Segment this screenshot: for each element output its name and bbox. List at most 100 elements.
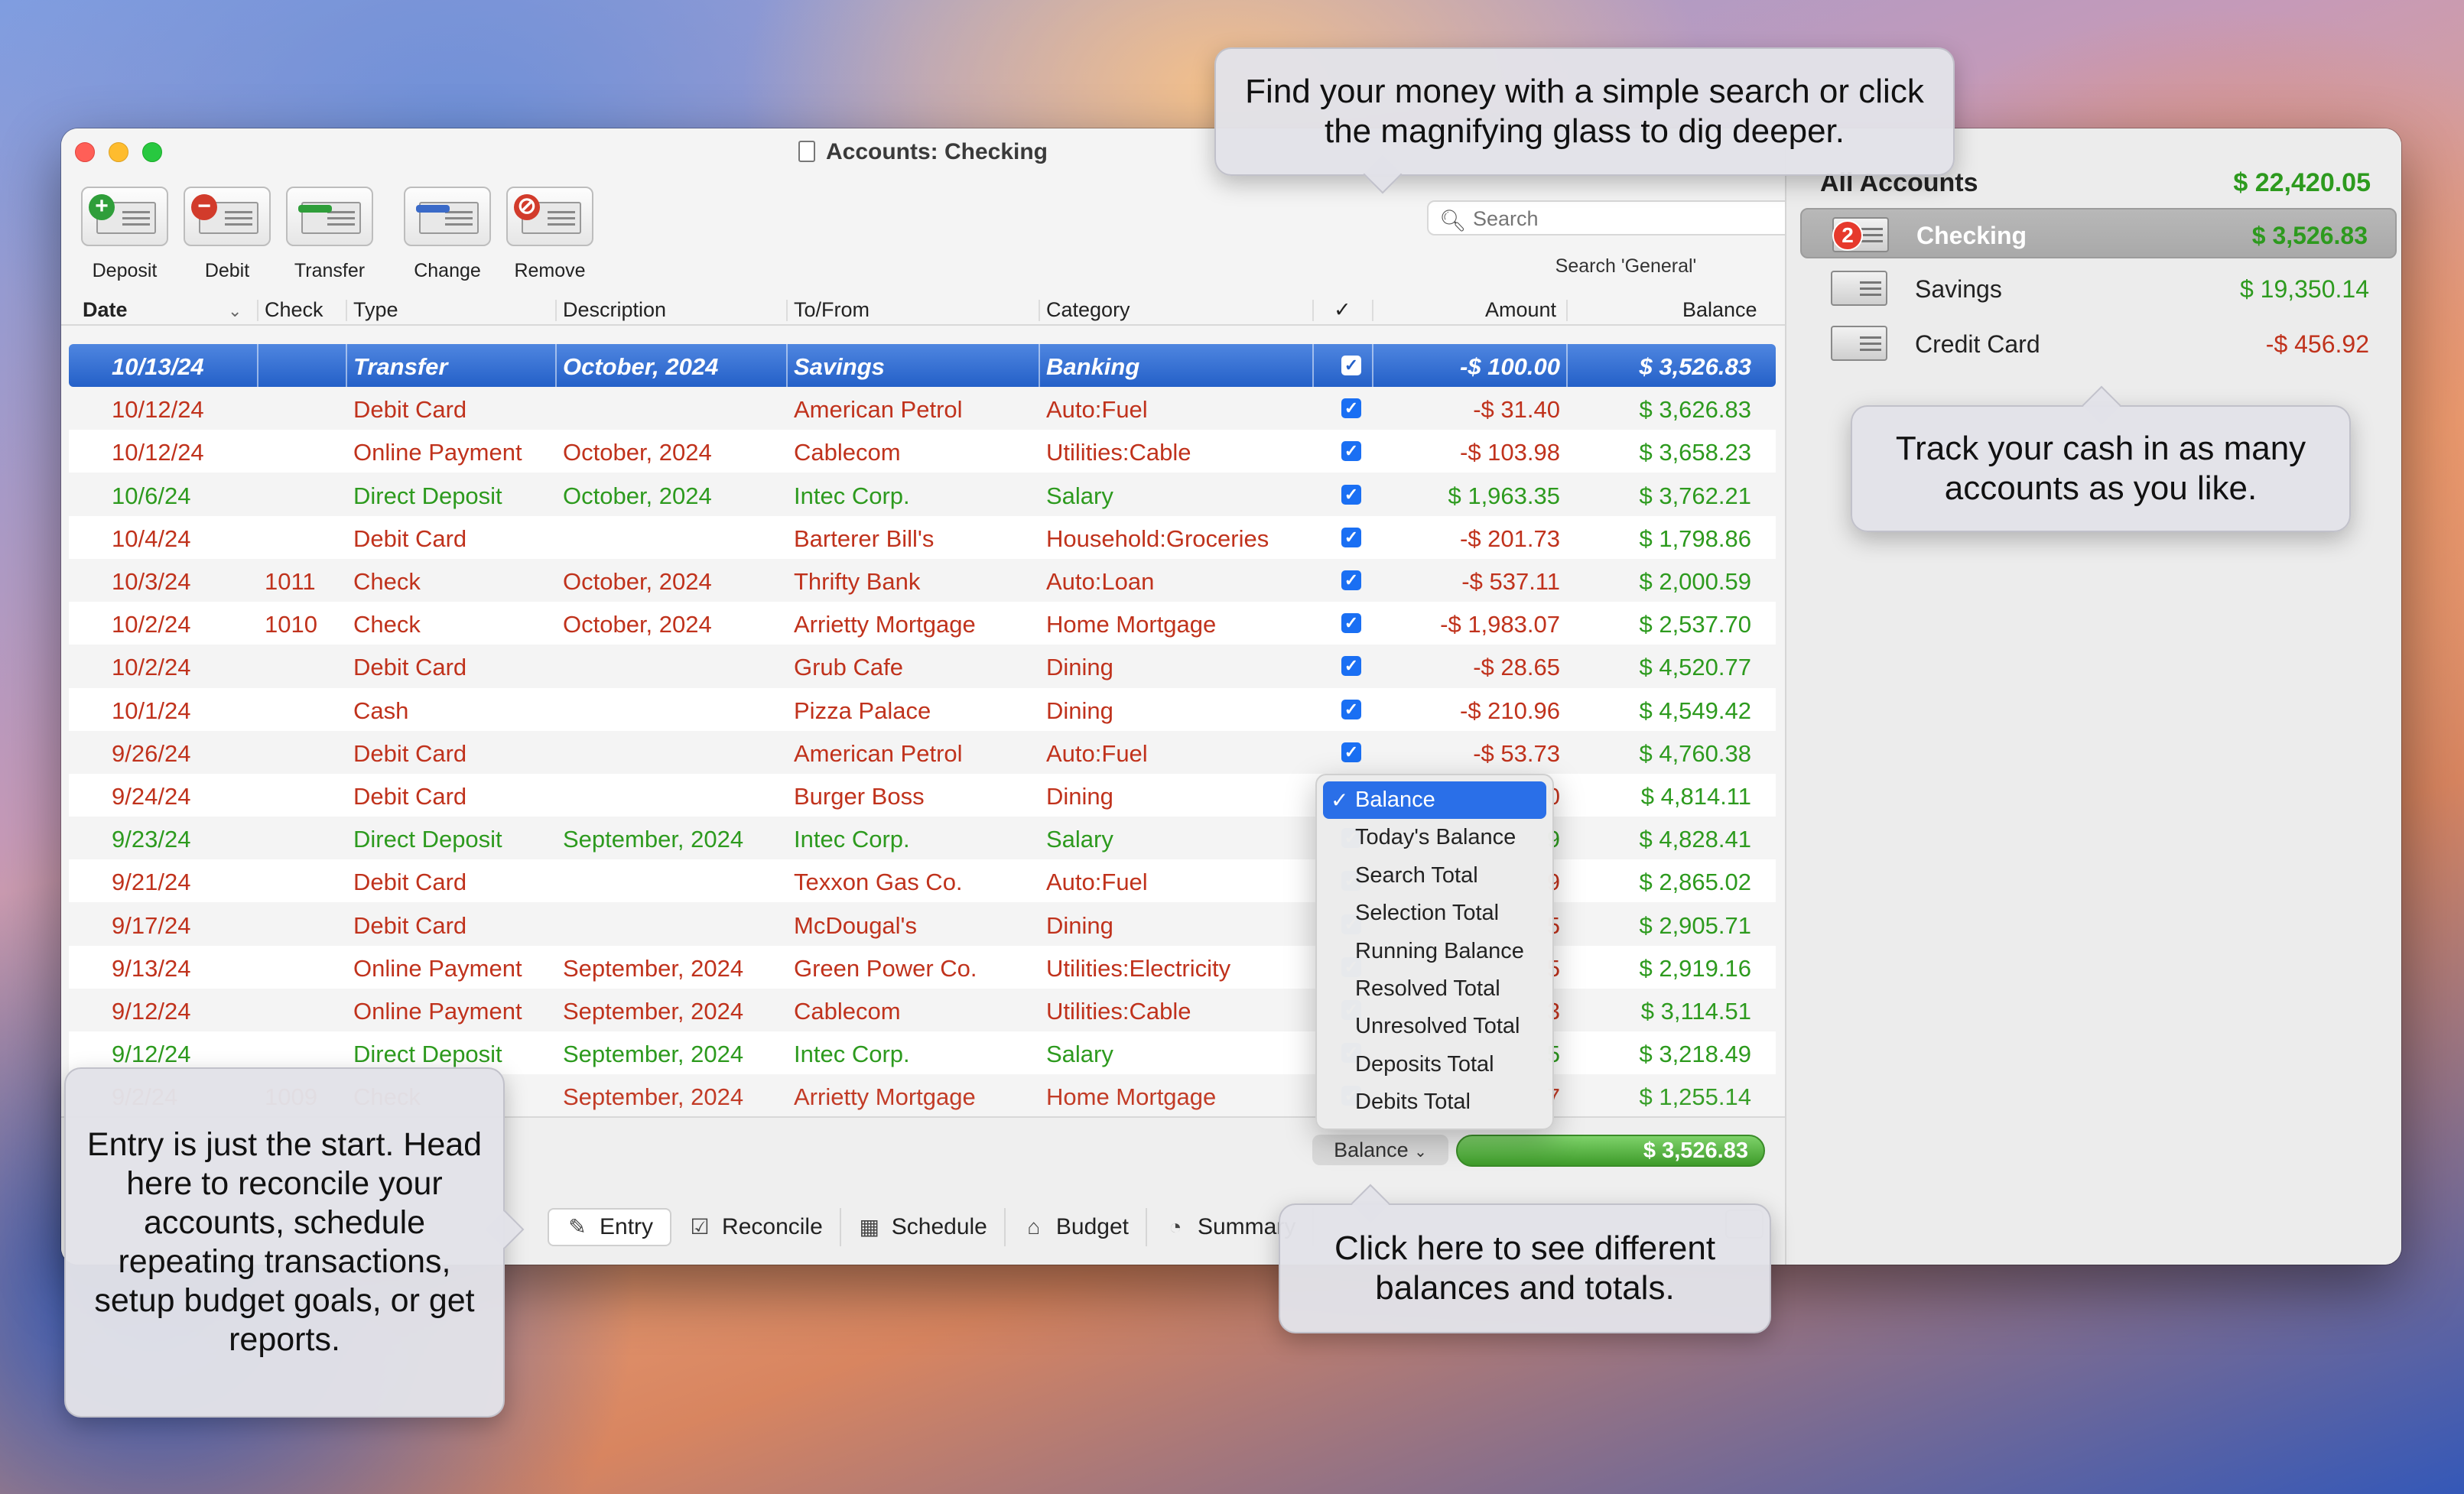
- row-to-from: Barterer Bill's: [794, 525, 935, 552]
- transaction-row[interactable]: 10/12/24 Debit Card American Petrol Auto:Fu…: [69, 387, 1776, 430]
- row-date: 9/21/24: [112, 869, 191, 896]
- cleared-checkbox[interactable]: ✓: [1341, 484, 1361, 505]
- menu-item-resolved-total[interactable]: Resolved Total: [1323, 970, 1546, 1008]
- balance-type-popup[interactable]: Balance ⌄: [1312, 1135, 1448, 1165]
- row-balance: $ 3,658.23: [1639, 439, 1751, 466]
- tab-reconcile[interactable]: ☑ Reconcile: [671, 1208, 841, 1246]
- row-category: Salary: [1046, 826, 1113, 853]
- row-balance: $ 3,218.49: [1639, 1041, 1751, 1068]
- row-balance: $ 2,537.70: [1639, 611, 1751, 638]
- sort-chevron-icon[interactable]: ⌄: [228, 301, 242, 321]
- row-description: September, 2024: [563, 1041, 744, 1068]
- column-type[interactable]: Type: [353, 298, 398, 322]
- transaction-row[interactable]: 10/3/24 1011 Check October, 2024 Thrifty Ban…: [69, 559, 1776, 602]
- transaction-row[interactable]: 10/2/24 1010 Check October, 2024 Arrietty Mo…: [69, 602, 1776, 645]
- cleared-checkbox[interactable]: ✓: [1341, 527, 1361, 547]
- row-amount: -$ 53.73: [1473, 739, 1560, 767]
- transaction-row[interactable]: 10/2/24 Debit Card Grub Cafe Dining ✓ -$ 28.6…: [69, 645, 1776, 687]
- menu-item-selection-total[interactable]: Selection Total: [1323, 895, 1546, 932]
- column-description[interactable]: Description: [563, 298, 666, 322]
- menu-item-debits-total[interactable]: Debits Total: [1323, 1083, 1546, 1121]
- change-label: Change: [414, 260, 481, 281]
- row-type: Debit Card: [353, 739, 467, 767]
- menu-item-label: Search Total: [1355, 862, 1478, 888]
- document-icon: [798, 141, 815, 162]
- cleared-checkbox[interactable]: ✓: [1341, 570, 1361, 590]
- row-amount: -$ 210.96: [1460, 697, 1560, 724]
- column-category[interactable]: Category: [1046, 298, 1130, 322]
- menu-item-unresolved-total[interactable]: Unresolved Total: [1323, 1008, 1546, 1045]
- cleared-checkbox[interactable]: ✓: [1341, 699, 1361, 719]
- cleared-checkbox[interactable]: ✓: [1341, 656, 1361, 677]
- reconcile-icon: ☑: [690, 1215, 710, 1239]
- column-to-from[interactable]: To/From: [794, 298, 870, 322]
- row-category: Home Mortgage: [1046, 1083, 1217, 1111]
- row-type: Debit Card: [353, 783, 467, 810]
- search-scope-label: Search 'General': [1555, 255, 1697, 277]
- menu-item-label: Balance: [1355, 788, 1435, 812]
- row-amount: -$ 537.11: [1461, 568, 1560, 595]
- column-cleared[interactable]: ✓: [1334, 298, 1351, 322]
- row-type: Online Payment: [353, 998, 522, 1025]
- chevron-down-icon: ⌄: [1414, 1144, 1427, 1161]
- cleared-checkbox[interactable]: ✓: [1341, 356, 1361, 375]
- column-check[interactable]: Check: [265, 298, 323, 322]
- menu-item-balance[interactable]: ✓ Balance: [1323, 781, 1546, 820]
- row-date: 10/13/24: [112, 353, 204, 380]
- cleared-checkbox[interactable]: ✓: [1341, 613, 1361, 634]
- row-type: Online Payment: [353, 439, 522, 466]
- change-button[interactable]: Change: [404, 187, 491, 282]
- row-to-from: Intec Corp.: [794, 1041, 910, 1068]
- checkmark-icon: ✓: [1331, 788, 1349, 812]
- magnifying-glass-icon[interactable]: 🔍︎: [1439, 208, 1467, 233]
- search-field[interactable]: 🔍︎: [1427, 200, 1826, 235]
- row-category: Home Mortgage: [1046, 611, 1217, 638]
- menu-item-today-s-balance[interactable]: Today's Balance: [1323, 819, 1546, 856]
- column-amount[interactable]: Amount: [1485, 298, 1556, 322]
- tab-budget[interactable]: ⌂ Budget: [1006, 1208, 1147, 1246]
- transaction-row[interactable]: 10/13/24 Transfer October, 2024 Savings Bank…: [69, 344, 1776, 387]
- cleared-checkbox[interactable]: ✓: [1341, 398, 1361, 419]
- transaction-row[interactable]: 9/26/24 Debit Card American Petrol Auto:Fue…: [69, 731, 1776, 774]
- tab-schedule[interactable]: ▦ Schedule: [841, 1208, 1006, 1246]
- cleared-checkbox[interactable]: ✓: [1341, 742, 1361, 762]
- account-row-savings[interactable]: Savings $ 19,350.14: [1800, 263, 2397, 313]
- column-date[interactable]: Date: [83, 298, 128, 322]
- row-category: Auto:Fuel: [1046, 739, 1148, 767]
- account-row-checking[interactable]: 2 Checking $ 3,526.83: [1800, 208, 2397, 258]
- row-to-from: Intec Corp.: [794, 826, 910, 853]
- savings-chest-icon: [1831, 271, 1887, 306]
- account-balance: $ 19,350.14: [2239, 275, 2369, 303]
- menu-item-label: Resolved Total: [1355, 976, 1500, 1001]
- row-balance: $ 4,549.42: [1639, 697, 1751, 724]
- deposit-button[interactable]: + Deposit: [81, 187, 168, 282]
- row-description: October, 2024: [563, 439, 712, 466]
- cleared-checkbox[interactable]: ✓: [1341, 441, 1361, 462]
- menu-item-running-balance[interactable]: Running Balance: [1323, 933, 1546, 970]
- transaction-row[interactable]: 10/4/24 Debit Card Barterer Bill's Househol…: [69, 515, 1776, 559]
- transfer-button[interactable]: Transfer: [286, 187, 373, 282]
- account-balance: -$ 456.92: [2265, 330, 2369, 358]
- debit-button[interactable]: − Debit: [184, 187, 271, 282]
- search-input[interactable]: [1473, 205, 1809, 232]
- transaction-row[interactable]: 10/1/24 Cash Pizza Palace Dining ✓ -$ 210.96 $…: [69, 687, 1776, 731]
- transaction-row[interactable]: 10/6/24 Direct Deposit October, 2024 Intec …: [69, 473, 1776, 516]
- column-balance[interactable]: Balance: [1682, 298, 1757, 322]
- menu-item-deposits-total[interactable]: Deposits Total: [1323, 1046, 1546, 1083]
- unread-badge: 2: [1832, 220, 1863, 251]
- row-to-from: Cablecom: [794, 998, 901, 1025]
- remove-button[interactable]: ⊘ Remove: [506, 187, 593, 282]
- row-check-number: 1010: [265, 611, 317, 638]
- menu-item-search-total[interactable]: Search Total: [1323, 857, 1546, 895]
- row-date: 10/1/24: [112, 697, 191, 724]
- tab-entry[interactable]: ✎ Entry: [548, 1208, 672, 1246]
- row-category: Auto:Loan: [1046, 568, 1155, 595]
- row-type: Direct Deposit: [353, 1041, 502, 1068]
- menu-item-label: Today's Balance: [1355, 825, 1516, 850]
- row-category: Auto:Fuel: [1046, 396, 1148, 424]
- menu-item-label: Debits Total: [1355, 1090, 1471, 1115]
- credit-card-icon: [1831, 326, 1887, 361]
- transaction-row[interactable]: 10/12/24 Online Payment October, 2024 Cable…: [69, 430, 1776, 473]
- row-to-from: McDougal's: [794, 911, 917, 939]
- account-row-credit-card[interactable]: Credit Card -$ 456.92: [1800, 318, 2397, 369]
